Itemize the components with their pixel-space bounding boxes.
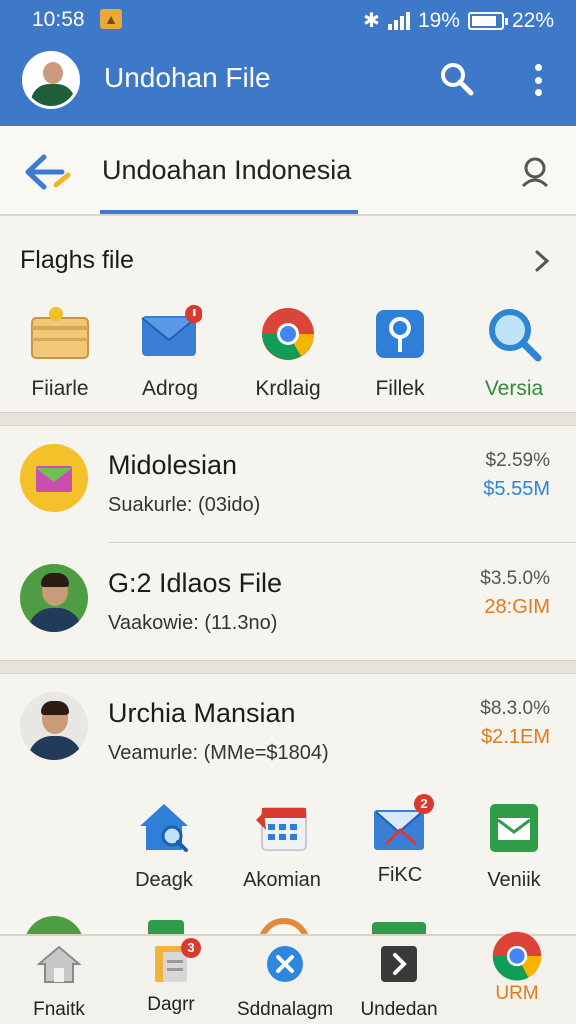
app-tile-label: FiKC	[377, 864, 423, 886]
file-title: Midolesian	[108, 450, 238, 480]
file-percent: $2.59%	[485, 450, 550, 471]
back-arrow-icon[interactable]	[22, 151, 74, 193]
row-separator	[108, 542, 576, 543]
section-divider	[0, 412, 576, 426]
quick-action-search[interactable]: Versia	[462, 302, 566, 402]
file-row[interactable]: G:2 Idlaos File Vaakowie: (11.3no) $3.5.…	[0, 544, 576, 662]
search-icon[interactable]	[516, 154, 552, 190]
file-title: Urchia Mansian	[108, 698, 296, 728]
nav-home[interactable]: Fnaitk	[4, 944, 114, 1020]
file-subtitle: Suakurle: (03ido)	[108, 494, 261, 516]
chrome-icon	[492, 931, 542, 981]
section-title: Flaghs file	[20, 246, 134, 274]
quick-action-pin[interactable]: Fillek	[348, 302, 452, 402]
file-amount: 28:GIM	[484, 596, 550, 618]
home-icon	[36, 945, 82, 983]
app-tile[interactable]: Akomian	[230, 800, 334, 891]
nav-label: Undedan	[360, 999, 438, 1020]
quick-action-label: Versia	[484, 377, 544, 400]
nav-files[interactable]: 3 Dagrr	[116, 938, 226, 1015]
status-time: 10:58	[32, 8, 85, 31]
nav-label: Fnaitk	[33, 999, 85, 1020]
app-tile[interactable]: Veniik	[462, 800, 566, 891]
chevron-right-icon[interactable]	[530, 246, 554, 276]
battery-percent-b: 22%	[511, 8, 554, 32]
notification-badge: 2	[414, 794, 434, 814]
file-subtitle: Veamurle: (MMe=$1804)	[108, 742, 329, 764]
nav-label: Dagrr	[147, 994, 195, 1015]
nav-forward[interactable]: Undedan	[344, 944, 454, 1020]
battery-percent-a: 19%	[417, 8, 460, 32]
calendar-icon	[256, 807, 307, 851]
mail-icon	[141, 305, 203, 356]
file-row[interactable]: Urchia Mansian Veamurle: (MMe=$1804) $8.…	[0, 674, 576, 792]
app-bar: 10:58 ▲ ✱ 19% 22% Undohan File	[0, 0, 576, 126]
folder-icon	[31, 307, 89, 359]
pin-icon	[376, 310, 424, 358]
person-avatar	[20, 692, 88, 760]
chrome-icon	[262, 308, 314, 360]
status-bar: 10:58 ▲ ✱ 19% 22%	[0, 0, 576, 40]
file-percent: $8.3.0%	[480, 698, 550, 719]
quick-action-browser[interactable]: Krdlaig	[236, 302, 340, 402]
app-title: Undohan File	[104, 62, 271, 93]
quick-action-label: Fillek	[375, 377, 425, 400]
magnifier-icon	[489, 309, 542, 362]
file-percent: $3.5.0%	[480, 568, 550, 589]
quick-action-label: Krdlaig	[255, 377, 321, 400]
person-avatar	[20, 564, 88, 632]
profile-avatar[interactable]	[22, 51, 80, 109]
search-underline	[100, 210, 358, 214]
app-tile[interactable]: Deagk	[112, 800, 216, 891]
app-tile-label: Deagk	[135, 869, 193, 891]
envelope-icon	[20, 444, 88, 512]
file-subtitle: Vaakowie: (11.3no)	[108, 612, 278, 634]
quick-action-label: Adrog	[141, 377, 199, 400]
app-tile-label: Akomian	[243, 869, 321, 891]
file-amount: $5.55M	[483, 478, 550, 500]
quick-action-folder[interactable]: Fiiarle	[8, 302, 112, 402]
quick-action-label: Fiiarle	[31, 377, 89, 400]
green-mail-icon	[490, 804, 538, 852]
nav-label: Sddnalagm	[236, 999, 334, 1020]
more-menu-icon[interactable]	[526, 60, 550, 100]
nav-close[interactable]: Sddnalagm	[230, 944, 340, 1020]
battery-icon	[467, 11, 508, 30]
signal-icon	[387, 11, 410, 30]
file-title: G:2 Idlaos File	[108, 568, 283, 598]
nav-label: URM	[495, 983, 539, 1004]
quick-action-mail[interactable]: Adrog	[118, 302, 222, 402]
search-icon[interactable]	[438, 60, 474, 96]
app-tile-label: Veniik	[487, 869, 541, 891]
warning-icon: ▲	[100, 9, 122, 29]
notification-badge: 3	[181, 938, 201, 958]
section-divider	[0, 660, 576, 674]
forward-icon	[381, 946, 417, 982]
file-amount: $2.1EM	[481, 726, 550, 748]
home-search-icon	[140, 804, 188, 852]
bluetooth-icon: ✱	[363, 10, 380, 32]
search-query[interactable]: Undoahan Indonesia	[102, 155, 351, 186]
nav-browser[interactable]: URM	[462, 931, 572, 1014]
close-circle-icon	[267, 946, 303, 982]
app-tile[interactable]: 2 FiKC	[348, 794, 452, 890]
file-row[interactable]: Midolesian Suakurle: (03ido) $2.59% $5.5…	[0, 426, 576, 544]
